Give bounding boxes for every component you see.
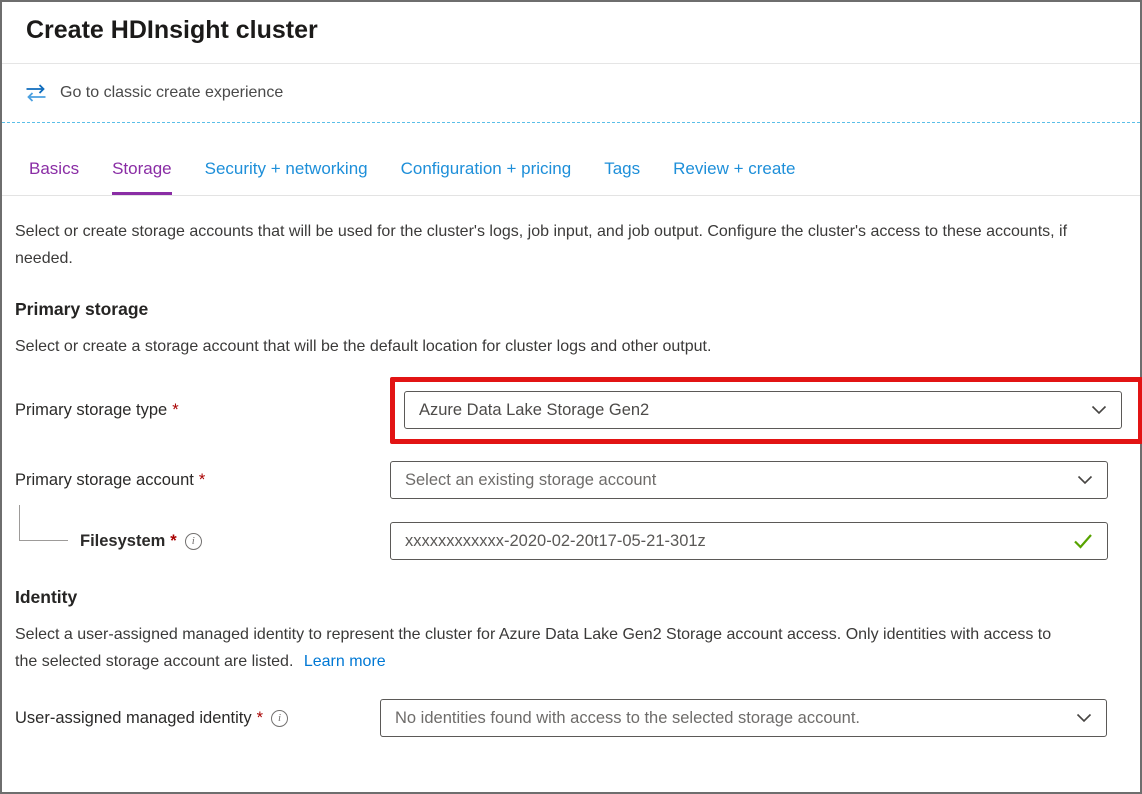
- create-hdinsight-cluster-page: { "header": { "title": "Create HDInsight…: [0, 0, 1142, 794]
- tab-security-networking[interactable]: Security + networking: [205, 159, 368, 195]
- primary-storage-type-row: Primary storage type * Azure Data Lake S…: [15, 377, 1126, 444]
- required-asterisk: *: [172, 401, 178, 420]
- primary-storage-description: Select or create a storage account that …: [15, 333, 1075, 360]
- managed-identity-label: User-assigned managed identity *: [15, 709, 380, 728]
- blade-header: Create HDInsight cluster: [2, 2, 1140, 64]
- primary-storage-type-value: Azure Data Lake Storage Gen2: [419, 401, 1083, 420]
- tab-basics[interactable]: Basics: [29, 159, 79, 195]
- info-icon[interactable]: [271, 710, 288, 727]
- tab-tags[interactable]: Tags: [604, 159, 640, 195]
- valid-checkmark-icon: [1073, 533, 1093, 549]
- chevron-down-icon: [1077, 475, 1093, 485]
- primary-storage-type-label: Primary storage type *: [15, 401, 390, 420]
- storage-tab-description: Select or create storage accounts that w…: [15, 218, 1075, 272]
- tab-configuration-pricing[interactable]: Configuration + pricing: [401, 159, 572, 195]
- primary-storage-account-placeholder: Select an existing storage account: [405, 471, 1069, 490]
- identity-description: Select a user-assigned managed identity …: [15, 621, 1075, 675]
- filesystem-row: Filesystem *: [15, 522, 1126, 560]
- red-highlight-annotation: Azure Data Lake Storage Gen2: [390, 377, 1142, 444]
- required-asterisk: *: [199, 471, 205, 490]
- classic-create-link-label: Go to classic create experience: [60, 84, 283, 102]
- primary-storage-heading: Primary storage: [15, 299, 1126, 320]
- primary-storage-type-dropdown[interactable]: Azure Data Lake Storage Gen2: [404, 391, 1122, 429]
- storage-tab-content: Select or create storage accounts that w…: [2, 218, 1140, 737]
- filesystem-input[interactable]: [405, 532, 1065, 551]
- filesystem-label: Filesystem *: [15, 532, 390, 551]
- managed-identity-placeholder: No identities found with access to the s…: [395, 709, 1068, 728]
- filesystem-field: [390, 522, 1108, 560]
- classic-create-link[interactable]: Go to classic create experience: [2, 64, 1140, 123]
- chevron-down-icon: [1091, 405, 1107, 415]
- primary-storage-account-label: Primary storage account *: [15, 471, 390, 490]
- primary-storage-account-dropdown[interactable]: Select an existing storage account: [390, 461, 1108, 499]
- managed-identity-row: User-assigned managed identity * No iden…: [15, 699, 1126, 737]
- swap-arrows-icon: [24, 83, 48, 103]
- form-step-tabs: Basics Storage Security + networking Con…: [2, 123, 1140, 196]
- tree-branch-connector: [19, 505, 68, 541]
- required-asterisk: *: [257, 709, 263, 728]
- managed-identity-dropdown[interactable]: No identities found with access to the s…: [380, 699, 1107, 737]
- required-asterisk: *: [170, 532, 176, 551]
- tab-storage[interactable]: Storage: [112, 159, 172, 195]
- chevron-down-icon: [1076, 713, 1092, 723]
- info-icon[interactable]: [185, 533, 202, 550]
- page-title: Create HDInsight cluster: [26, 16, 1116, 45]
- learn-more-link[interactable]: Learn more: [304, 653, 386, 670]
- tab-review-create[interactable]: Review + create: [673, 159, 795, 195]
- primary-storage-account-row: Primary storage account * Select an exis…: [15, 461, 1126, 499]
- identity-heading: Identity: [15, 587, 1126, 608]
